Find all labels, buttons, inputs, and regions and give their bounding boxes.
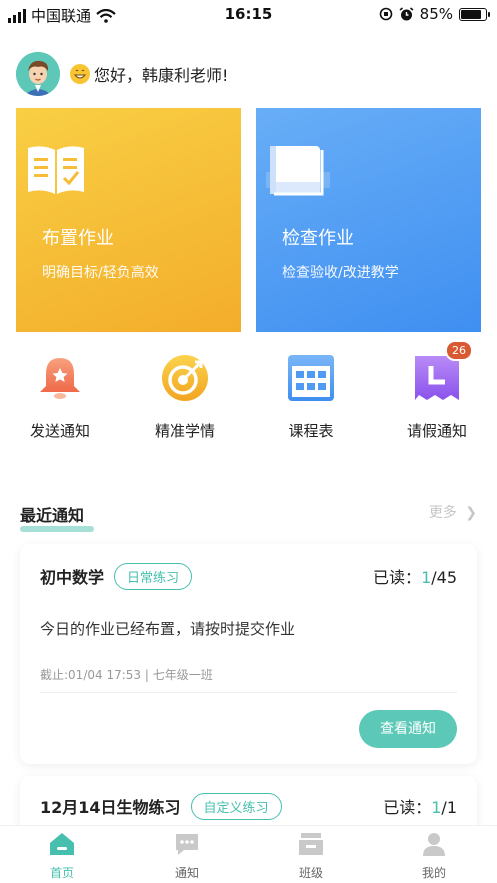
notice-message: 今日的作业已经布置，请按时提交作业: [40, 620, 296, 638]
read-count: 已读：1/1: [383, 794, 457, 818]
tab-mine-label: 我的: [421, 866, 446, 880]
read-count: 已读：1/45: [373, 564, 457, 588]
tab-class[interactable]: 班级: [271, 832, 351, 881]
assign-homework-title: 布置作业: [42, 228, 114, 249]
read-label: 已读：: [373, 568, 422, 587]
battery-icon: [459, 7, 490, 21]
chevron-right-icon: ❯: [465, 505, 477, 521]
greeting-text: 您好，韩康利老师!: [94, 66, 229, 85]
notice-tag: 自定义练习: [190, 792, 282, 820]
check-homework-title: 检查作业: [282, 228, 354, 249]
bell-icon: [34, 352, 86, 404]
tab-home[interactable]: 首页: [22, 832, 102, 881]
notice-subject: 初中数学: [40, 568, 105, 587]
class-icon: [299, 833, 323, 855]
read-number: 1: [431, 798, 442, 817]
book-checklist-icon: [28, 146, 84, 194]
send-notice-label: 发送通知: [29, 422, 90, 440]
section-underline: [20, 526, 94, 532]
profile-icon: [423, 833, 445, 856]
read-total: /45: [431, 568, 457, 587]
read-number: 1: [421, 568, 432, 587]
battery-percent: 85%: [419, 5, 453, 23]
divider: [40, 692, 457, 693]
greeting: 您好，韩康利老师!: [16, 52, 228, 96]
rotation-lock-icon: [379, 7, 392, 21]
schedule-action[interactable]: 课程表: [256, 352, 366, 441]
leave-notice-action[interactable]: 26 请假通知: [382, 340, 492, 441]
home-icon: [50, 833, 74, 855]
send-notice-action[interactable]: 发送通知: [5, 352, 115, 441]
tab-home-label: 首页: [49, 866, 74, 880]
precise-analysis-label: 精准学情: [154, 422, 215, 440]
leave-notice-badge: 26: [445, 340, 473, 361]
alarm-icon: [399, 6, 414, 20]
notice-subject: 12月14日生物练习: [40, 798, 181, 817]
tab-notice-label: 通知: [174, 866, 199, 880]
tab-mine[interactable]: 我的: [394, 832, 474, 881]
recent-notices-title: 最近通知: [20, 506, 85, 525]
assign-homework-subtitle: 明确目标/轻负高效: [42, 265, 159, 281]
calendar-icon: [285, 352, 337, 404]
schedule-label: 课程表: [288, 422, 334, 440]
tab-notice[interactable]: 通知: [147, 832, 227, 881]
bottom-tab-bar: 首页 通知 班级 我的: [0, 825, 497, 883]
assign-homework-card[interactable]: 布置作业 明确目标/轻负高效: [16, 108, 241, 332]
avatar[interactable]: [16, 52, 60, 96]
read-label: 已读：: [383, 798, 432, 817]
recent-notices-header: 最近通知 更多 ❯: [20, 502, 477, 532]
notebook-icon: [266, 146, 330, 196]
precise-analysis-action[interactable]: 精准学情: [130, 352, 240, 441]
leave-notice-label: 请假通知: [406, 422, 467, 440]
notice-meta: 截止:01/04 17:53 | 七年级一班: [40, 668, 213, 682]
notice-card[interactable]: 初中数学 日常练习 已读：1/45 今日的作业已经布置，请按时提交作业 截止:0…: [20, 544, 477, 764]
tab-class-label: 班级: [298, 866, 323, 880]
notice-tag: 日常练习: [114, 562, 193, 590]
more-label: 更多: [428, 505, 457, 521]
leave-icon: 26: [411, 340, 473, 404]
check-homework-subtitle: 检查验收/改进教学: [282, 265, 399, 281]
read-total: /1: [441, 798, 457, 817]
target-icon: [159, 352, 211, 404]
view-notice-button[interactable]: 查看通知: [359, 710, 457, 748]
teacher-avatar-icon: [16, 52, 60, 96]
more-link[interactable]: 更多 ❯: [429, 502, 477, 522]
status-bar: 中国联通 16:15 85%: [0, 0, 497, 30]
grin-emoji-icon: [70, 64, 90, 84]
check-homework-card[interactable]: 检查作业 检查验收/改进教学: [256, 108, 481, 332]
chat-icon: [176, 834, 198, 855]
